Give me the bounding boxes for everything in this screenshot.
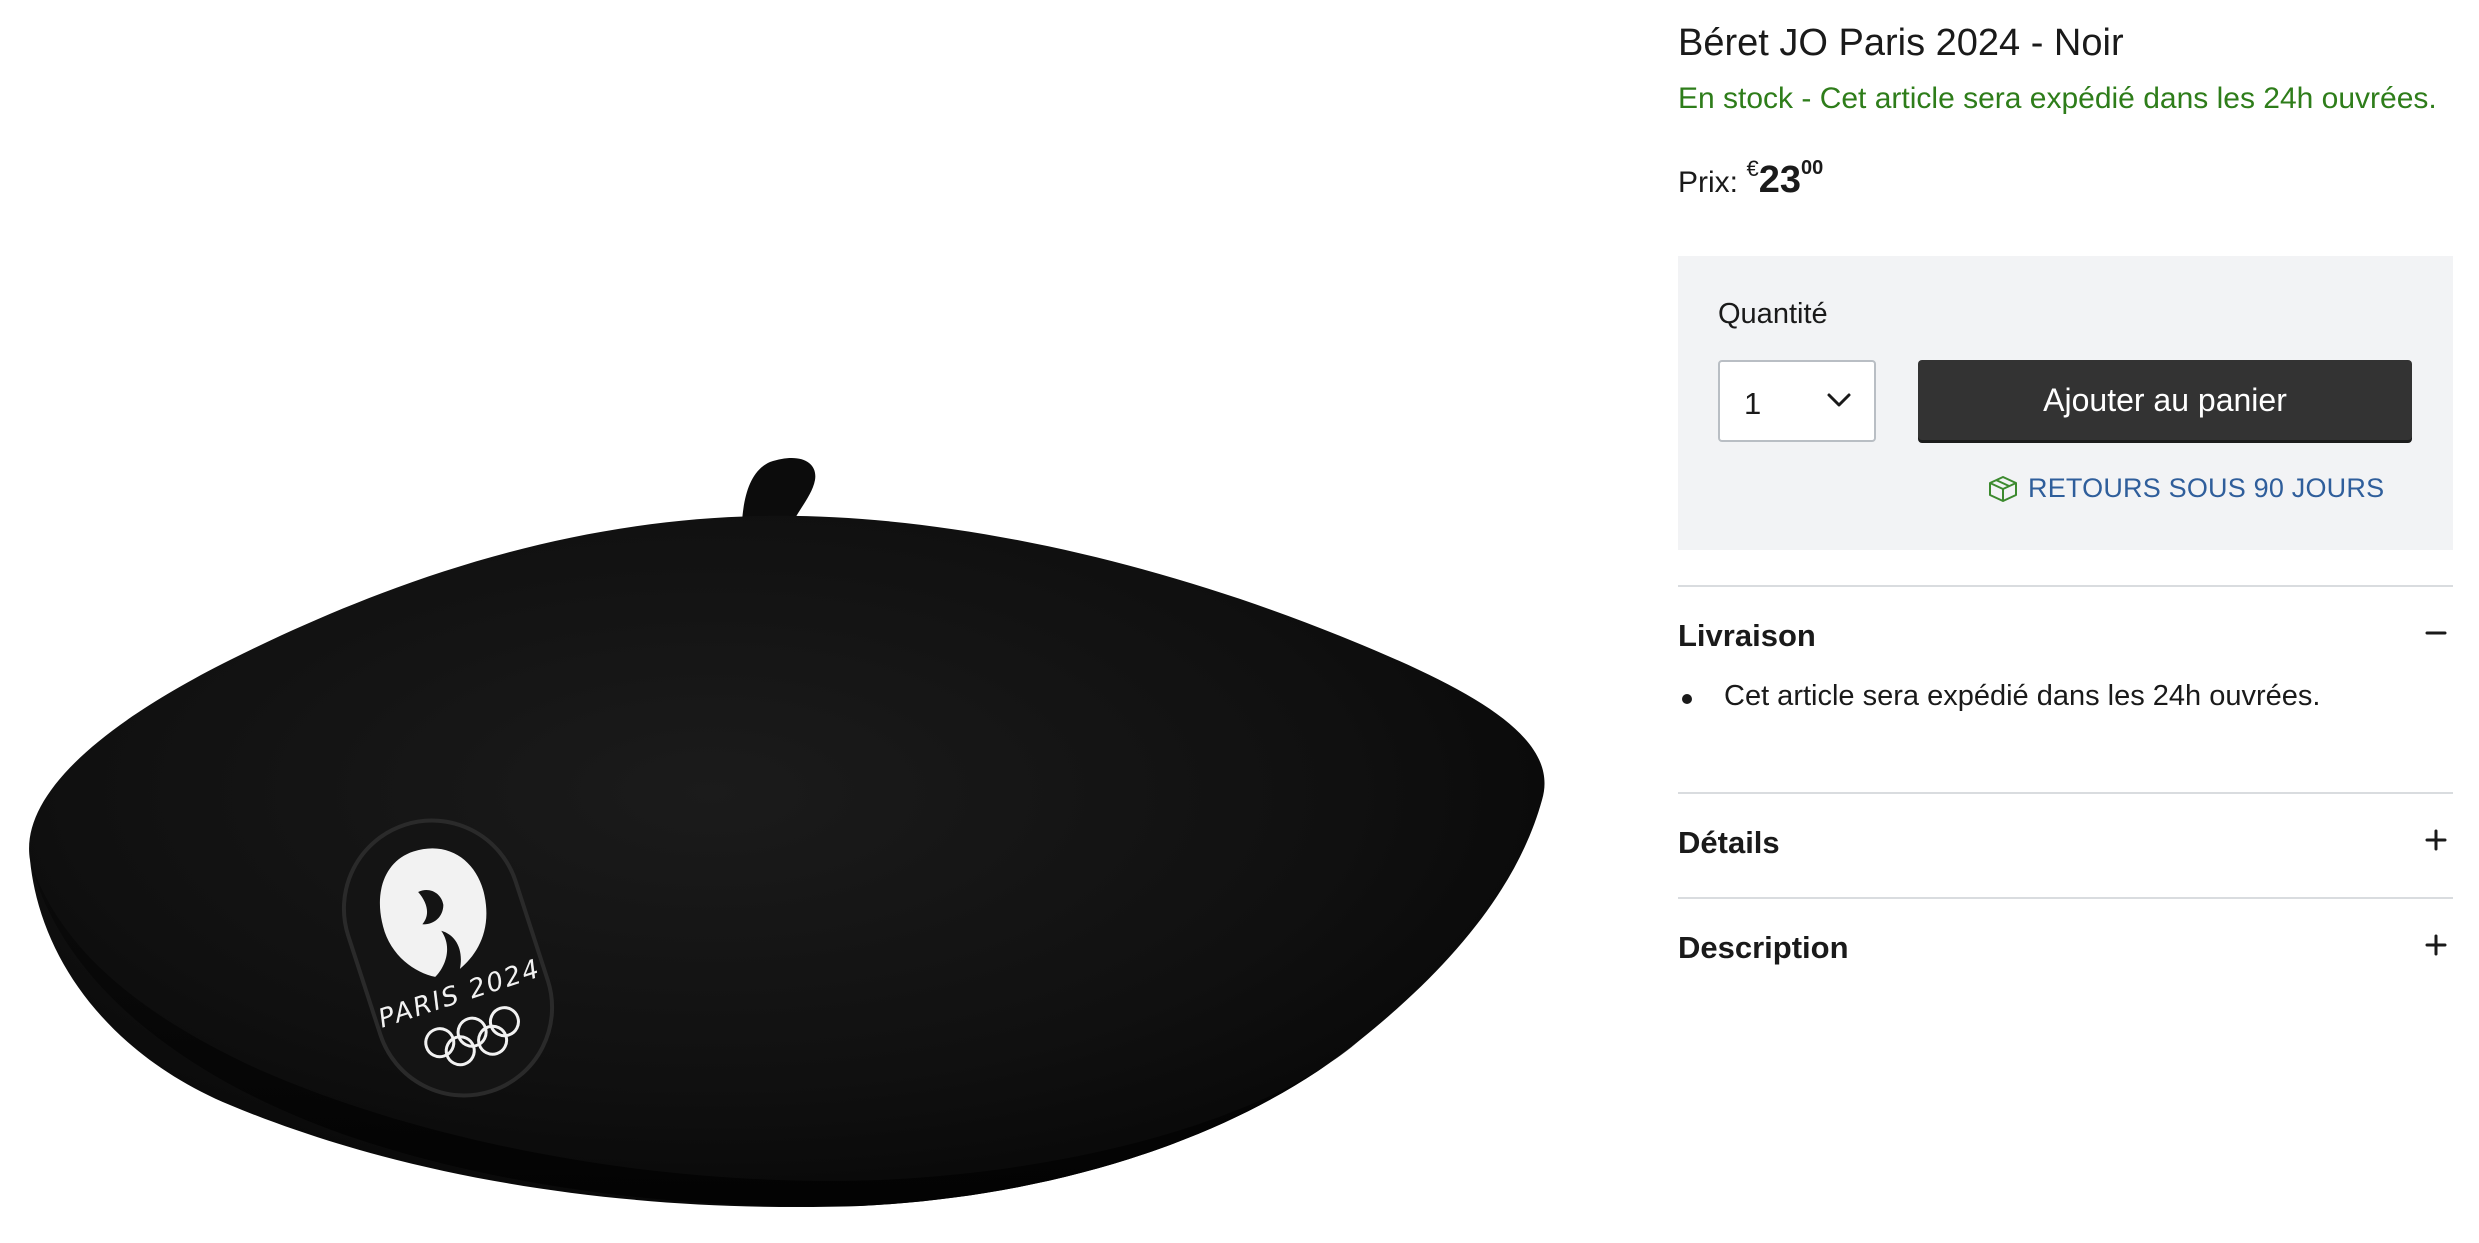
- delivery-item-text: Cet article sera expédié dans les 24h ou…: [1724, 680, 2321, 712]
- chevron-down-icon: [1827, 393, 1851, 407]
- section-title-description: Description: [1678, 930, 1849, 965]
- section-header-livraison[interactable]: Livraison: [1678, 608, 2453, 668]
- section-header-details[interactable]: Détails: [1678, 815, 2453, 875]
- price-main: 23: [1758, 159, 1801, 201]
- returns-link[interactable]: RETOURS SOUS 90 JOURS: [1986, 470, 2384, 506]
- box-return-icon: [1989, 476, 2017, 502]
- stock-status: En stock - Cet article sera expédié dans…: [1678, 82, 2437, 115]
- divider: [1678, 897, 2453, 899]
- product-image: PARIS 2024: [0, 0, 1600, 1243]
- quantity-value: 1: [1744, 386, 1762, 421]
- quantity-select[interactable]: 1: [1718, 360, 1876, 442]
- product-title: Béret JO Paris 2024 - Noir: [1678, 22, 2124, 64]
- quantity-label: Quantité: [1718, 298, 1828, 330]
- plus-icon: [2425, 934, 2447, 956]
- price: Prix: €2300: [1678, 156, 1823, 202]
- divider: [1678, 585, 2453, 587]
- price-label: Prix:: [1678, 166, 1738, 199]
- section-title-livraison: Livraison: [1678, 618, 1816, 653]
- divider: [1678, 792, 2453, 794]
- bullet-icon: [1682, 694, 1692, 704]
- buy-box: Quantité 1 Ajouter au panier RETOURS SOU…: [1678, 256, 2453, 550]
- returns-label: RETOURS SOUS 90 JOURS: [2028, 472, 2385, 503]
- beret-body: [29, 515, 1545, 1208]
- plus-icon: [2425, 829, 2447, 851]
- price-currency: €: [1746, 156, 1759, 181]
- price-cents: 00: [1800, 157, 1824, 179]
- section-header-description[interactable]: Description: [1678, 920, 2453, 980]
- section-title-details: Détails: [1678, 825, 1780, 860]
- minus-icon: [2425, 631, 2447, 635]
- add-to-cart-button[interactable]: Ajouter au panier: [1918, 360, 2412, 440]
